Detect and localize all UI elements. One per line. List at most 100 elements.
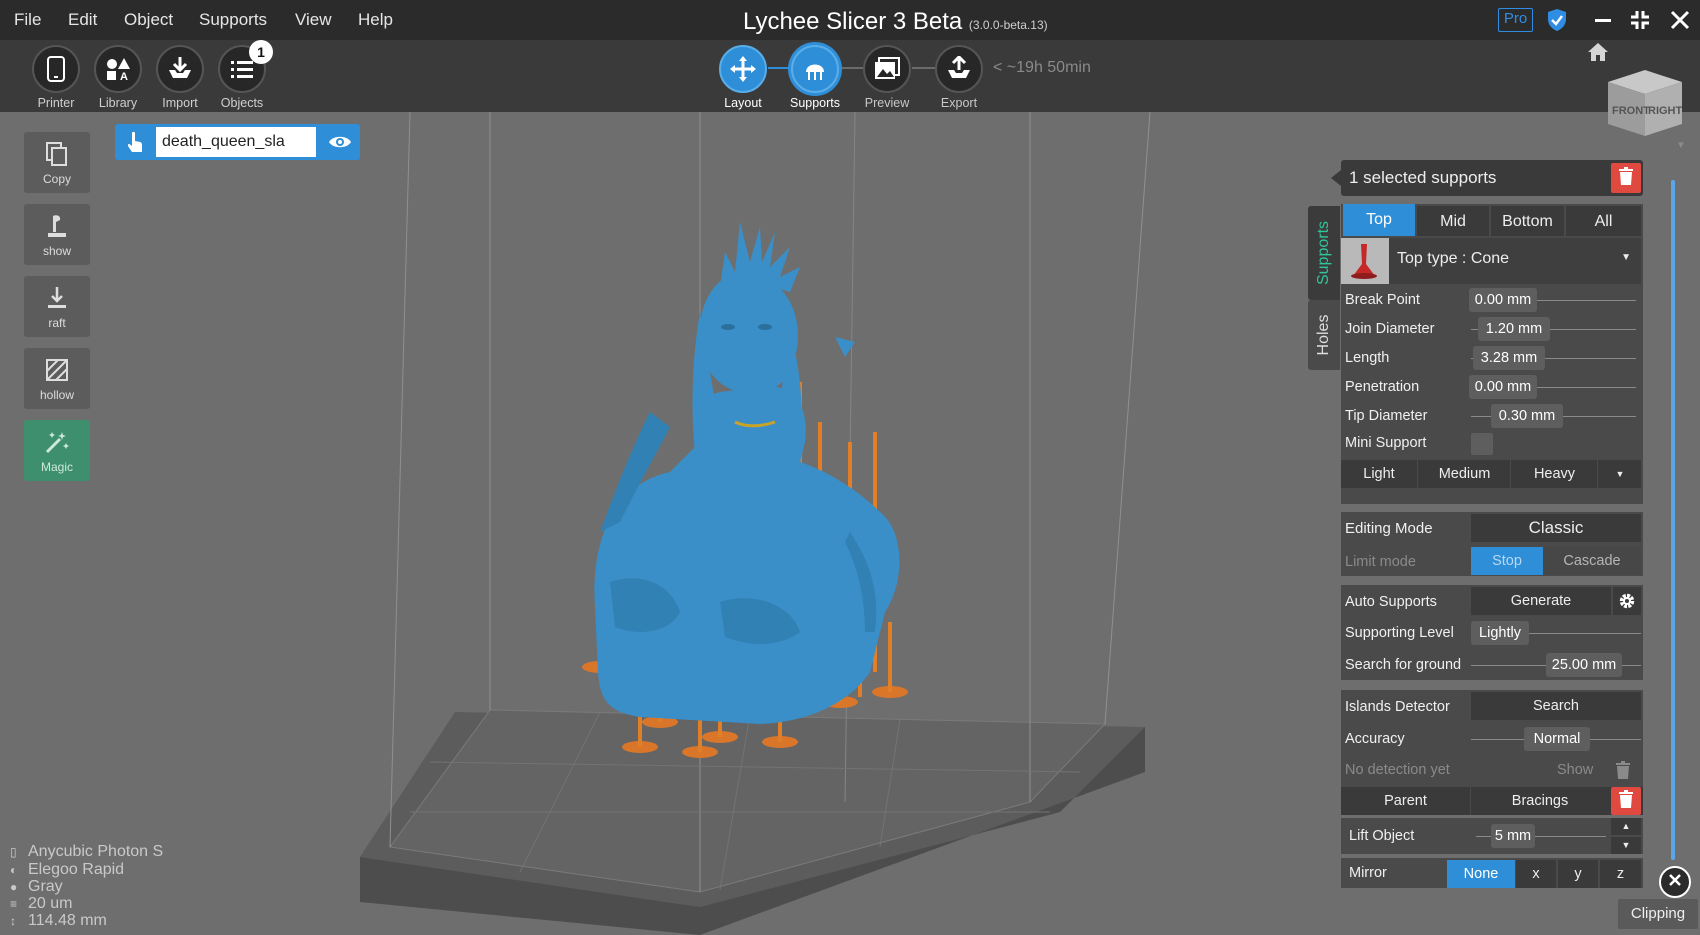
parent-button[interactable]: Parent <box>1341 787 1471 815</box>
mirror-none-button[interactable]: None <box>1447 860 1515 888</box>
param-join-diameter[interactable]: Join Diameter 1.20 mm <box>1341 315 1643 343</box>
islands-search-button[interactable]: Search <box>1471 692 1641 720</box>
editing-mode-classic[interactable]: Classic <box>1471 514 1641 542</box>
cube-right-label: RIGHT <box>1648 105 1682 117</box>
stepper-down-icon[interactable]: ▼ <box>1611 837 1641 854</box>
library-button[interactable]: A Library <box>83 40 153 110</box>
menu-bar: File Edit Object Supports View Help Lych… <box>0 0 1700 40</box>
preset-heavy-button[interactable]: Heavy <box>1512 460 1598 488</box>
param-value[interactable]: 0.30 mm <box>1491 404 1563 428</box>
chevron-down-icon[interactable]: ▼ <box>1676 140 1686 151</box>
height-info: ↕ 114.48 mm <box>10 912 107 930</box>
color-info: ● Gray <box>10 878 63 896</box>
trash-icon[interactable] <box>1609 756 1637 784</box>
param-value[interactable]: 0.00 mm <box>1469 288 1537 312</box>
raft-icon <box>24 276 90 312</box>
param-value[interactable]: 3.28 mm <box>1473 346 1545 370</box>
tab-supports[interactable]: Supports <box>1308 206 1340 300</box>
limit-mode-cascade[interactable]: Cascade <box>1543 547 1641 575</box>
menu-file[interactable]: File <box>14 10 41 30</box>
mirror-y-button[interactable]: y <box>1558 860 1599 888</box>
minimize-icon[interactable] <box>1590 7 1616 33</box>
phone-icon: ▯ <box>10 845 17 859</box>
menu-edit[interactable]: Edit <box>68 10 97 30</box>
lift-object-value[interactable]: 5 mm <box>1491 824 1535 848</box>
param-value[interactable]: 0.00 mm <box>1469 375 1537 399</box>
param-label: Length <box>1345 350 1390 366</box>
supporting-level-value[interactable]: Lightly <box>1471 621 1529 645</box>
drop-icon: ◐ <box>10 863 18 877</box>
top-type-select[interactable]: Top type : Cone ▼ <box>1341 238 1641 284</box>
step-export[interactable]: Export <box>922 40 996 110</box>
trash-icon <box>1619 789 1633 813</box>
preset-light-button[interactable]: Light <box>1341 460 1418 488</box>
import-icon <box>156 45 204 93</box>
pro-badge[interactable]: Pro <box>1498 8 1533 32</box>
eye-icon[interactable] <box>320 124 360 160</box>
view-navigation-cube[interactable]: FRONT RIGHT <box>1608 70 1683 136</box>
step-supports-label: Supports <box>789 96 841 110</box>
tab-holes[interactable]: Holes <box>1308 300 1340 370</box>
show-islands-button[interactable]: Show <box>1557 762 1593 778</box>
menu-supports[interactable]: Supports <box>199 10 267 30</box>
import-label: Import <box>162 96 198 110</box>
tab-all[interactable]: All <box>1566 206 1641 236</box>
layers-icon: ≡ <box>10 897 18 911</box>
search-ground-value[interactable]: 25.00 mm <box>1546 653 1622 677</box>
delete-selected-button[interactable] <box>1611 163 1641 193</box>
islands-detector-label: Islands Detector <box>1345 699 1450 715</box>
limit-mode-stop[interactable]: Stop <box>1471 547 1543 575</box>
preset-medium-button[interactable]: Medium <box>1419 460 1511 488</box>
magic-button[interactable]: Magic <box>24 420 90 481</box>
param-value[interactable]: 1.20 mm <box>1478 317 1550 341</box>
tab-holes-label: Holes <box>1315 314 1332 356</box>
gear-icon[interactable] <box>1613 587 1641 615</box>
clipping-slider-track[interactable] <box>1671 180 1675 860</box>
tab-bottom[interactable]: Bottom <box>1491 206 1565 236</box>
object-chip[interactable]: death_queen_sla <box>115 124 360 160</box>
step-supports[interactable]: Supports <box>778 40 852 110</box>
tab-supports-label: Supports <box>1315 220 1332 286</box>
param-tip-diameter[interactable]: Tip Diameter 0.30 mm <box>1341 402 1643 430</box>
fullscreen-icon[interactable] <box>1627 7 1653 33</box>
param-length[interactable]: Length 3.28 mm <box>1341 344 1643 372</box>
resin-info: ◐ Elegoo Rapid <box>10 861 124 879</box>
editing-mode-panel: Editing Mode Classic Limit mode Stop Cas… <box>1341 512 1643 576</box>
raft-button[interactable]: raft <box>24 276 90 337</box>
generate-button[interactable]: Generate <box>1471 587 1611 615</box>
delete-bracings-button[interactable] <box>1611 787 1641 815</box>
bracings-button[interactable]: Bracings <box>1472 787 1608 815</box>
tab-mid[interactable]: Mid <box>1417 206 1490 236</box>
param-penetration[interactable]: Penetration 0.00 mm <box>1341 373 1643 401</box>
menu-object[interactable]: Object <box>124 10 173 30</box>
shield-icon[interactable] <box>1546 8 1568 37</box>
tab-top[interactable]: Top <box>1343 204 1416 236</box>
stepper-up-icon[interactable]: ▲ <box>1611 818 1641 835</box>
step-preview[interactable]: Preview <box>850 40 924 110</box>
home-icon[interactable] <box>1587 42 1609 67</box>
show-button[interactable]: show <box>24 204 90 265</box>
printer-button[interactable]: Printer <box>21 40 91 110</box>
mini-support-checkbox[interactable] <box>1471 433 1493 455</box>
selected-supports-title: 1 selected supports <box>1349 168 1497 187</box>
pointer-hand-icon[interactable] <box>115 124 155 160</box>
hollow-button[interactable]: hollow <box>24 348 90 409</box>
mirror-z-button[interactable]: z <box>1600 860 1641 888</box>
menu-help[interactable]: Help <box>358 10 393 30</box>
param-break-point[interactable]: Break Point 0.00 mm <box>1341 286 1643 314</box>
clipping-toggle-button[interactable] <box>1659 866 1691 898</box>
library-icon: A <box>94 45 142 93</box>
preset-more-caret-icon[interactable]: ▼ <box>1599 460 1641 488</box>
object-name[interactable]: death_queen_sla <box>156 127 316 157</box>
copy-button[interactable]: Copy <box>24 132 90 193</box>
export-icon <box>935 45 983 93</box>
step-layout[interactable]: Layout <box>706 40 780 110</box>
close-icon[interactable] <box>1667 7 1693 33</box>
printer-icon <box>32 45 80 93</box>
auto-supports-label: Auto Supports <box>1345 594 1437 610</box>
import-button[interactable]: Import <box>145 40 215 110</box>
menu-view[interactable]: View <box>295 10 332 30</box>
accuracy-label: Accuracy <box>1345 731 1405 747</box>
accuracy-value[interactable]: Normal <box>1524 727 1590 751</box>
mirror-x-button[interactable]: x <box>1516 860 1557 888</box>
